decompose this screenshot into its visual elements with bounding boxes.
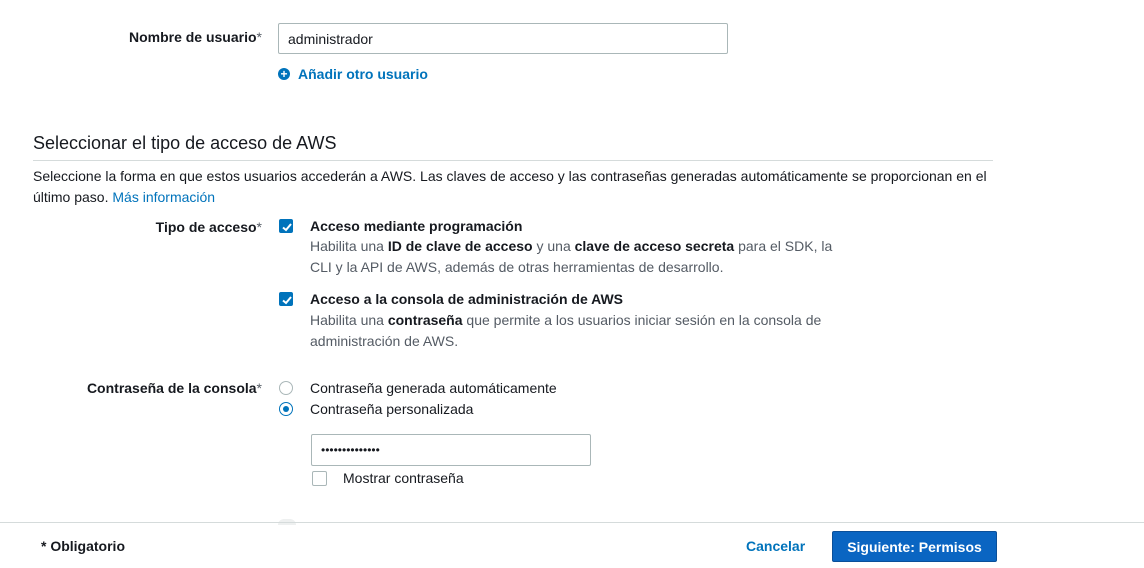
access-type-label-text: Tipo de acceso — [155, 219, 257, 235]
add-user-label: Añadir otro usuario — [298, 66, 428, 82]
truncated-text-above: ⌒ ⌒ ⌒ — [300, 0, 360, 10]
console-access-checkbox[interactable] — [279, 292, 293, 306]
console-access-description: Habilita una contraseña que permite a lo… — [310, 310, 850, 352]
desc-text: y una — [532, 238, 575, 254]
console-password-label: Contraseña de la consola* — [87, 380, 262, 396]
add-user-link[interactable]: + Añadir otro usuario — [278, 66, 428, 82]
programmatic-access-title: Acceso mediante programación — [310, 218, 523, 234]
programmatic-access-checkbox[interactable] — [279, 219, 293, 233]
section-description: Seleccione la forma en que estos usuario… — [33, 166, 993, 208]
check-icon — [282, 223, 292, 232]
console-access-title: Acceso a la consola de administración de… — [310, 291, 624, 307]
desc-bold: ID de clave de acceso — [387, 238, 533, 254]
desc-text: Habilita una — [310, 238, 388, 254]
access-type-label: Tipo de acceso* — [156, 219, 262, 235]
required-mark: * — [256, 380, 262, 396]
username-input[interactable] — [278, 23, 728, 54]
show-password-label: Mostrar contraseña — [343, 470, 464, 486]
custom-password-label: Contraseña personalizada — [310, 401, 474, 417]
required-mark: * — [256, 29, 262, 45]
console-password-label-text: Contraseña de la consola — [86, 380, 257, 396]
desc-bold: contraseña — [387, 312, 463, 328]
more-info-link[interactable]: Más información — [112, 189, 215, 205]
required-mark: * — [256, 219, 262, 235]
custom-password-radio[interactable] — [279, 402, 293, 416]
username-label-text: Nombre de usuario — [128, 29, 257, 45]
show-password-checkbox[interactable] — [312, 471, 327, 486]
custom-password-input[interactable] — [311, 434, 591, 466]
required-note: * Obligatorio — [41, 538, 125, 554]
programmatic-access-description: Habilita una ID de clave de acceso y una… — [310, 236, 850, 278]
footer-divider — [0, 522, 1144, 523]
next-permissions-button[interactable]: Siguiente: Permisos — [832, 531, 997, 562]
desc-bold: clave de acceso secreta — [574, 238, 735, 254]
check-icon — [282, 296, 292, 305]
auto-password-radio[interactable] — [279, 381, 293, 395]
cancel-button[interactable]: Cancelar — [746, 538, 805, 554]
auto-password-label: Contraseña generada automáticamente — [310, 380, 557, 396]
section-divider — [33, 160, 993, 161]
plus-circle-icon: + — [278, 68, 290, 80]
desc-text: Habilita una — [310, 312, 388, 328]
section-title: Seleccionar el tipo de acceso de AWS — [33, 133, 337, 153]
username-label: Nombre de usuario* — [129, 29, 262, 45]
create-user-page: ⌒ ⌒ ⌒ Nombre de usuario* + Añadir otro u… — [0, 0, 1144, 568]
